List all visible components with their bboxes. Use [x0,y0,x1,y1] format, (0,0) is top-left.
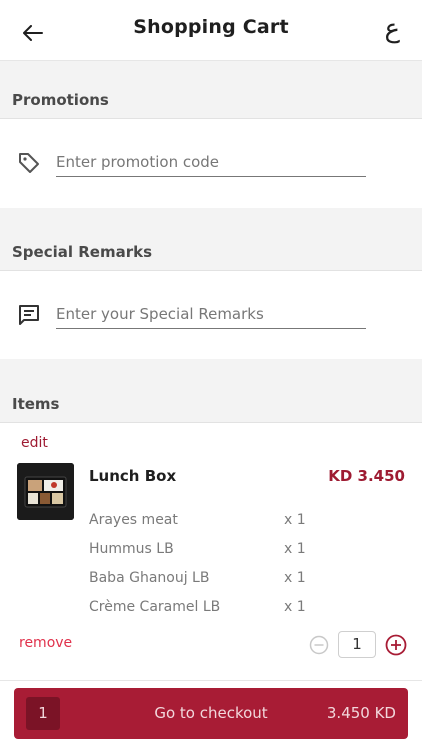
language-toggle-button[interactable]: ع [384,14,400,44]
tag-icon [19,153,39,173]
checkout-total: 3.450 KD [326,704,396,722]
items-section-header: Items [0,359,422,423]
item-price: KD 3.450 [328,467,405,485]
remove-item-link[interactable]: remove [19,635,72,651]
checkout-button[interactable]: 1 Go to checkout 3.450 KD [14,688,408,739]
promotion-code-input[interactable] [56,147,366,177]
edit-item-link[interactable]: edit [21,435,48,451]
item-component-qty: x 1 [284,570,306,586]
remarks-heading: Special Remarks [12,243,153,261]
promotion-code-row [0,119,422,207]
promotions-heading: Promotions [12,91,109,109]
item-component-name: Baba Ghanouj LB [89,570,210,586]
quantity-value[interactable]: 1 [338,631,376,658]
remarks-section-header: Special Remarks [0,208,422,271]
app-header: Shopping Cart ع [0,0,422,61]
footer-divider [0,680,422,681]
item-component-qty: x 1 [284,512,306,528]
item-component-name: Arayes meat [89,512,178,528]
item-component-name: Crème Caramel LB [89,599,221,615]
decrease-quantity-icon[interactable] [309,635,329,655]
items-heading: Items [12,395,60,413]
cart-item: edit Lunch Box KD 3.450 Arayes meat x 1 … [0,423,422,683]
special-remarks-input[interactable] [56,299,366,329]
item-thumbnail [17,463,74,520]
increase-quantity-icon[interactable] [385,634,407,656]
item-component-name: Hummus LB [89,541,174,557]
promotions-section-header: Promotions [0,61,422,119]
page-title: Shopping Cart [133,16,289,38]
special-remarks-row [0,271,422,359]
item-component-qty: x 1 [284,541,306,557]
item-component-qty: x 1 [284,599,306,615]
message-icon [19,305,39,325]
item-name: Lunch Box [89,467,177,485]
